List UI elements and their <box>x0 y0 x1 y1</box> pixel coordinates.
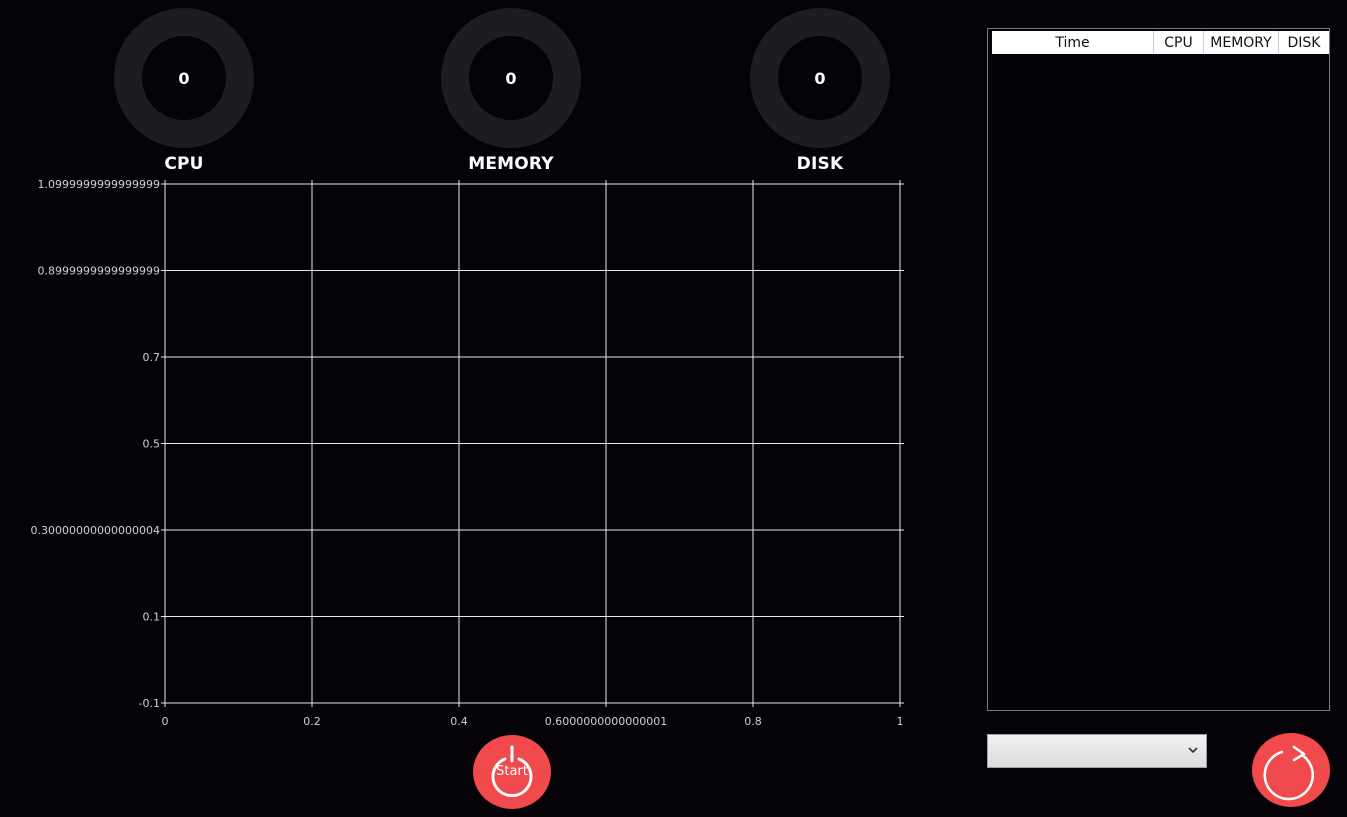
usage-line-chart: -0.1 0.1 0.30000000000000004 0.5 0.7 0.899999… <box>31 178 904 728</box>
column-header-cpu[interactable]: CPU <box>1154 31 1204 54</box>
start-button[interactable]: Start <box>473 735 551 809</box>
x-tick-label: 0.8 <box>744 715 762 728</box>
usage-log-table[interactable]: Time CPU MEMORY DISK <box>987 28 1330 711</box>
y-tick-label: 0.5 <box>143 438 161 451</box>
y-tick-label: 1.0999999999999999 <box>38 178 160 191</box>
y-tick-label: 0.7 <box>143 351 161 364</box>
refresh-button[interactable] <box>1252 733 1330 807</box>
table-header: Time CPU MEMORY DISK <box>992 31 1329 54</box>
column-header-memory[interactable]: MEMORY <box>1204 31 1279 54</box>
system-monitor-window: 0 CPU 0 MEMORY 0 DISK -0.1 0.1 0.300000000… <box>0 0 1347 817</box>
y-tick-label: 0.8999999999999999 <box>38 265 160 278</box>
y-tick-label: 0.30000000000000004 <box>31 524 160 537</box>
refresh-icon <box>1263 745 1315 801</box>
start-button-label: Start <box>496 764 528 779</box>
interval-dropdown[interactable] <box>987 734 1207 768</box>
chevron-down-icon <box>1188 747 1198 754</box>
x-tick-label: 0.6000000000000001 <box>545 715 667 728</box>
x-tick-label: 0 <box>162 715 169 728</box>
x-tick-label: 0.2 <box>303 715 321 728</box>
x-tick-label: 0.4 <box>450 715 468 728</box>
y-tick-label: 0.1 <box>143 611 161 624</box>
column-header-disk[interactable]: DISK <box>1279 31 1329 54</box>
x-tick-label: 1 <box>897 715 904 728</box>
y-tick-label: -0.1 <box>139 697 160 710</box>
column-header-time[interactable]: Time <box>992 31 1154 54</box>
